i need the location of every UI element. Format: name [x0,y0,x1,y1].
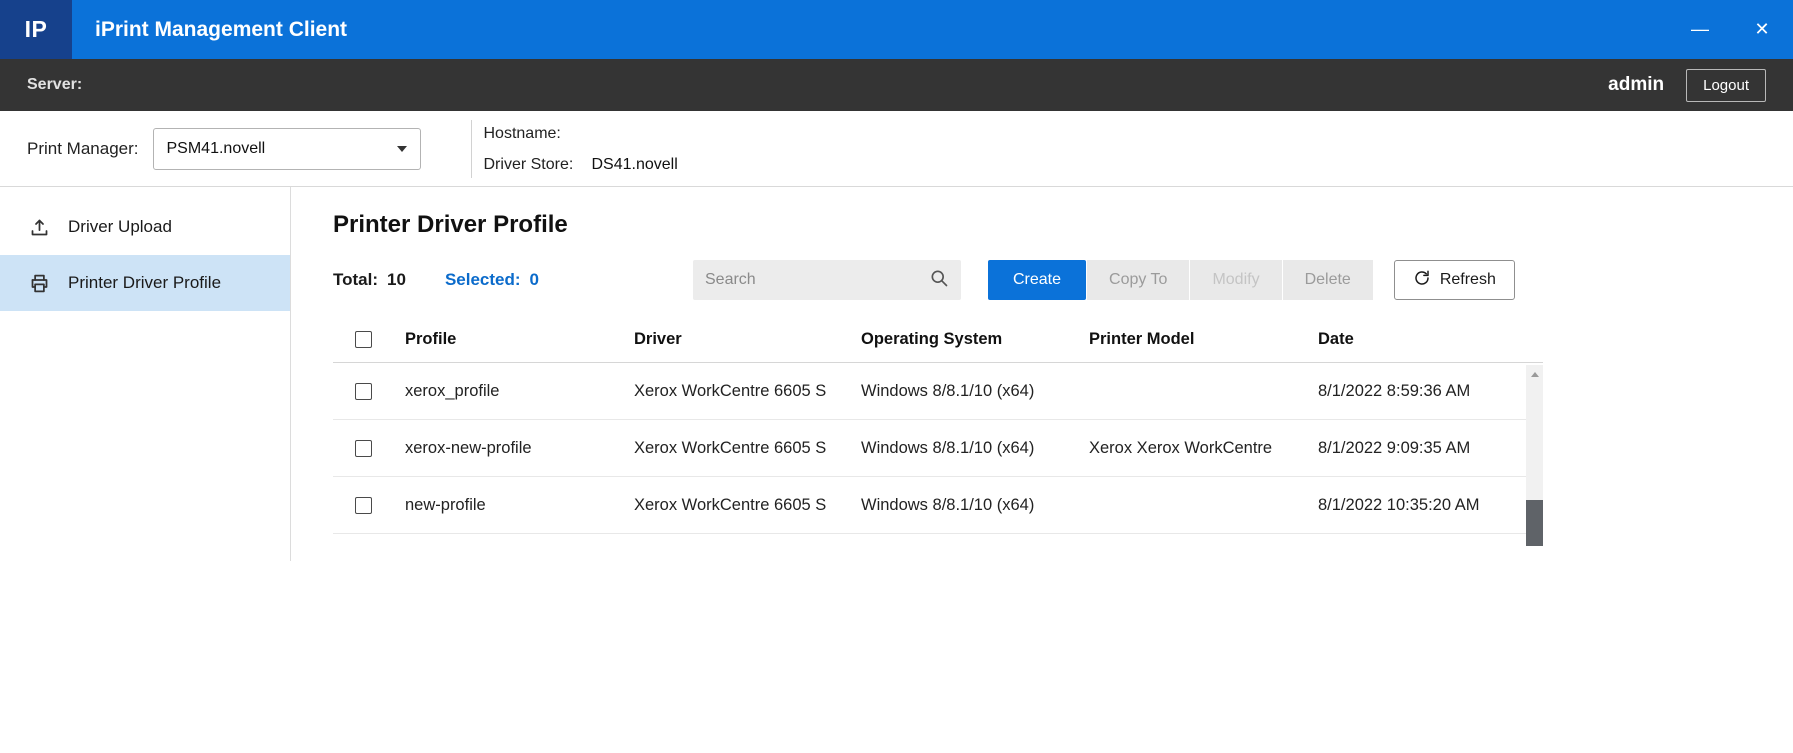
sidebar: Driver Upload Printer Driver Profile [0,187,291,561]
table-row: xerox_profileXerox WorkCentre 6605 SWind… [333,363,1543,420]
title-bar: IP iPrint Management Client — ✕ [0,0,1793,59]
search-box [693,260,961,300]
column-header-profile: Profile [405,330,634,349]
refresh-label: Refresh [1440,271,1496,289]
total-label: Total: [333,270,378,289]
cell-os: Windows 8/8.1/10 (x64) [861,496,1089,515]
refresh-button[interactable]: Refresh [1394,260,1515,300]
sidebar-item-printer-driver-profile[interactable]: Printer Driver Profile [0,255,290,311]
content-region: Driver Upload Printer Driver Profile Pri… [0,187,1793,561]
row-checkbox[interactable] [355,440,372,457]
scroll-up-button[interactable] [1526,365,1543,383]
upload-icon [28,216,50,238]
row-checkbox[interactable] [355,497,372,514]
close-button[interactable]: ✕ [1731,0,1793,59]
sidebar-item-driver-upload[interactable]: Driver Upload [0,199,290,255]
logged-in-user: admin [1608,74,1664,96]
sidebar-item-label: Driver Upload [68,217,172,237]
print-manager-value: PSM41.novell [167,140,266,158]
minimize-icon: — [1691,19,1709,40]
print-manager-label: Print Manager: [27,139,139,159]
create-button[interactable]: Create [988,260,1086,300]
app-window: IP iPrint Management Client — ✕ Server: … [0,0,1793,753]
cell-profile: xerox_profile [405,382,634,401]
cell-os: Windows 8/8.1/10 (x64) [861,439,1089,458]
sub-header: Print Manager: PSM41.novell Hostname: Dr… [0,111,1793,187]
close-icon: ✕ [1754,19,1769,40]
server-label: Server: [27,76,82,94]
select-all-checkbox[interactable] [355,331,372,348]
profiles-table: Profile Driver Operating System Printer … [333,317,1543,534]
window-controls: — ✕ [1669,0,1793,59]
modify-button[interactable]: Modify [1190,260,1281,300]
main-panel: Printer Driver Profile Total: 10 Selected… [291,187,1793,561]
search-input[interactable] [705,271,929,289]
app-logo: IP [0,0,72,59]
printer-icon [28,272,50,294]
row-checkbox-cell [333,440,405,457]
vertical-divider [471,120,472,178]
driver-store-value: DS41.novell [592,156,678,174]
driver-store-label: Driver Store: [484,156,592,174]
row-checkbox-cell [333,497,405,514]
print-manager-group: Print Manager: PSM41.novell [0,128,421,170]
hostname-label: Hostname: [484,125,592,143]
selected-value: 0 [530,270,539,289]
cell-driver: Xerox WorkCentre 6605 S [634,382,861,401]
cell-date: 8/1/2022 9:09:35 AM [1318,439,1543,458]
chevron-down-icon [397,146,407,152]
column-header-date: Date [1318,330,1543,349]
scroll-thumb[interactable] [1526,500,1543,546]
scroll-up-icon [1531,372,1539,377]
driver-store-row: Driver Store: DS41.novell [484,156,678,174]
toolbar: Total: 10 Selected: 0 Create Copy To Modif… [333,260,1793,300]
window-title: iPrint Management Client [95,18,347,42]
selected-label: Selected: [445,270,521,289]
selected-count: Selected: 0 [445,270,539,290]
cell-model: Xerox Xerox WorkCentre [1089,439,1318,458]
table-row: xerox-new-profileXerox WorkCentre 6605 S… [333,420,1543,477]
cell-date: 8/1/2022 10:35:20 AM [1318,496,1543,515]
host-info-group: Hostname: Driver Store: DS41.novell [484,123,678,174]
sidebar-item-label: Printer Driver Profile [68,273,221,293]
delete-button[interactable]: Delete [1283,260,1373,300]
refresh-icon [1413,269,1431,292]
server-bar: Server: admin Logout [0,59,1793,111]
total-count: Total: 10 [333,270,406,290]
cell-profile: xerox-new-profile [405,439,634,458]
hostname-row: Hostname: [484,125,678,143]
total-value: 10 [387,270,406,289]
column-header-driver: Driver [634,330,861,349]
logout-button[interactable]: Logout [1686,69,1766,102]
cell-driver: Xerox WorkCentre 6605 S [634,439,861,458]
row-checkbox-cell [333,383,405,400]
column-header-printer-model: Printer Model [1089,330,1318,349]
select-all-cell [333,331,405,348]
row-checkbox[interactable] [355,383,372,400]
minimize-button[interactable]: — [1669,0,1731,59]
table-row: new-profileXerox WorkCentre 6605 SWindow… [333,477,1543,534]
table-scrollbar[interactable] [1526,365,1543,546]
table-header: Profile Driver Operating System Printer … [333,317,1543,363]
table-body: xerox_profileXerox WorkCentre 6605 SWind… [333,363,1543,534]
column-header-operating-system: Operating System [861,330,1089,349]
app-logo-text: IP [25,16,48,43]
page-title: Printer Driver Profile [333,211,1793,239]
cell-os: Windows 8/8.1/10 (x64) [861,382,1089,401]
cell-profile: new-profile [405,496,634,515]
cell-driver: Xerox WorkCentre 6605 S [634,496,861,515]
search-icon [929,268,949,293]
cell-date: 8/1/2022 8:59:36 AM [1318,382,1543,401]
print-manager-select[interactable]: PSM41.novell [153,128,421,170]
copy-to-button[interactable]: Copy To [1087,260,1189,300]
